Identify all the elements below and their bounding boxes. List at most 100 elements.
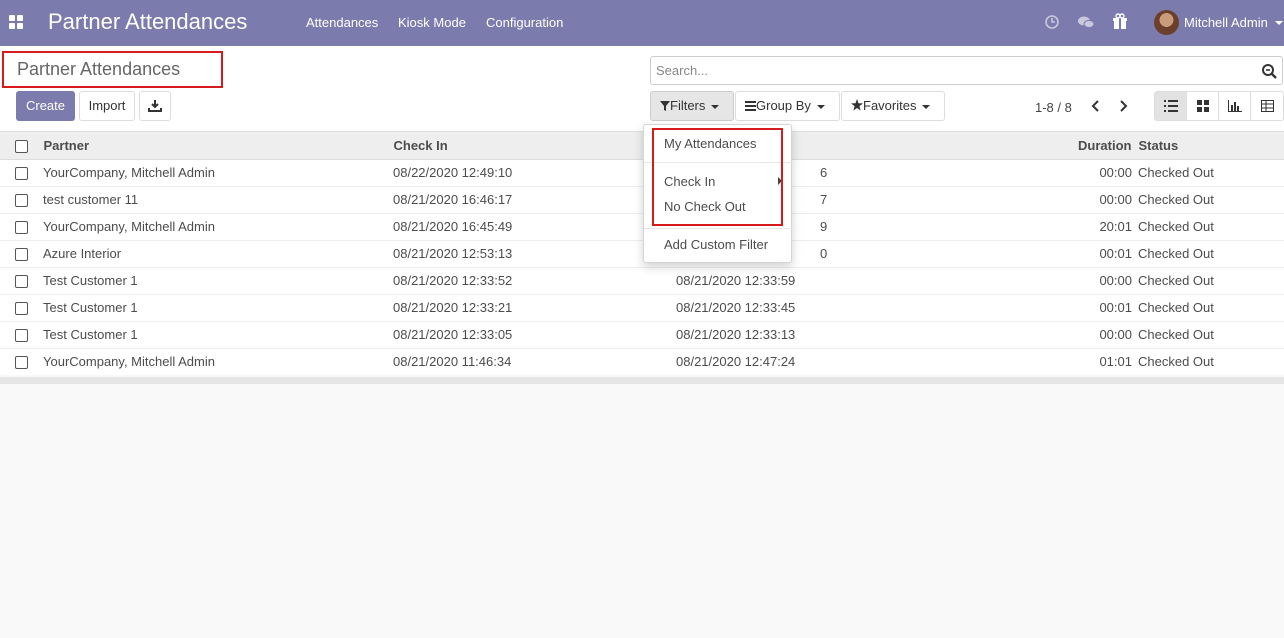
duration-cell[interactable]: 00:01 [957, 293, 1135, 321]
filters-button[interactable]: Filters [650, 91, 734, 121]
partner-cell[interactable]: test customer 11 [40, 185, 390, 213]
search-input[interactable] [656, 63, 1246, 78]
user-name[interactable]: Mitchell Admin [1184, 15, 1268, 30]
chat-icon[interactable] [1077, 12, 1095, 32]
pager-next-icon[interactable] [1116, 98, 1130, 114]
graph-view-button[interactable] [1219, 92, 1251, 120]
table-row[interactable]: test customer 11 08/21/2020 16:46:17 7 00:0… [0, 185, 1284, 213]
check-out-cell[interactable]: 08/21/2020 12:33:13 [673, 320, 957, 348]
duration-cell[interactable]: 00:00 [957, 320, 1135, 348]
status-cell[interactable]: Checked Out [1135, 320, 1284, 348]
row-select-cell [0, 239, 40, 267]
check-out-cell[interactable]: 08/21/2020 12:47:24 [673, 347, 957, 375]
group-by-bars-icon [745, 101, 756, 111]
bar-chart-icon [1228, 100, 1242, 112]
partner-cell[interactable]: YourCompany, Mitchell Admin [40, 158, 390, 186]
check-out-cell[interactable]: 08/21/2020 12:33:45 [673, 293, 957, 321]
status-cell[interactable]: Checked Out [1135, 293, 1284, 321]
duration-cell[interactable]: 01:01 [957, 347, 1135, 375]
duration-cell[interactable]: 00:00 [957, 158, 1135, 186]
row-checkbox[interactable] [15, 221, 28, 235]
check-in-cell[interactable]: 08/21/2020 12:33:21 [390, 293, 673, 321]
partner-cell[interactable]: YourCompany, Mitchell Admin [40, 212, 390, 240]
column-status[interactable]: Status [1135, 132, 1284, 160]
check-out-cell[interactable]: 08/21/2020 12:33:59 [673, 266, 957, 294]
download-button[interactable] [139, 91, 171, 121]
add-custom-filter[interactable]: Add Custom Filter [664, 237, 768, 252]
favorites-button[interactable]: Favorites [841, 91, 945, 121]
import-button[interactable]: Import [79, 91, 135, 121]
partner-cell[interactable]: Test Customer 1 [40, 266, 390, 294]
menu-kiosk-mode[interactable]: Kiosk Mode [398, 15, 466, 30]
table-grid-icon [1261, 100, 1274, 112]
partner-cell[interactable]: Azure Interior [40, 239, 390, 267]
breadcrumb: Partner Attendances [2, 51, 223, 88]
status-cell[interactable]: Checked Out [1135, 239, 1284, 267]
group-by-label: Group By [756, 98, 811, 113]
select-all-checkbox[interactable] [15, 139, 28, 153]
check-in-cell[interactable]: 08/22/2020 12:49:10 [390, 158, 673, 186]
table-row[interactable]: YourCompany, Mitchell Admin 08/21/2020 16… [0, 212, 1284, 240]
pivot-view-button[interactable] [1251, 92, 1283, 120]
list-view-icon [1164, 100, 1178, 112]
status-cell[interactable]: Checked Out [1135, 212, 1284, 240]
column-duration[interactable]: Duration [957, 132, 1136, 160]
pager-previous-icon[interactable] [1089, 98, 1103, 114]
menu-configuration[interactable]: Configuration [486, 15, 563, 30]
partner-cell[interactable]: YourCompany, Mitchell Admin [40, 347, 390, 375]
duration-cell[interactable]: 00:00 [957, 185, 1135, 213]
row-checkbox[interactable] [15, 329, 28, 343]
apps-grid-icon[interactable] [9, 15, 23, 29]
filters-caret-icon [711, 104, 720, 109]
control-panel: Partner Attendances Create Import Filter… [0, 46, 1284, 132]
check-in-cell[interactable]: 08/21/2020 16:46:17 [390, 185, 673, 213]
menu-attendances[interactable]: Attendances [306, 15, 378, 30]
row-checkbox[interactable] [15, 167, 28, 181]
duration-cell[interactable]: 20:01 [957, 212, 1135, 240]
duration-cell[interactable]: 00:00 [957, 266, 1135, 294]
status-cell[interactable]: Checked Out [1135, 185, 1284, 213]
check-in-cell[interactable]: 08/21/2020 12:33:05 [390, 320, 673, 348]
table-row[interactable]: Test Customer 1 08/21/2020 12:33:52 08/21/… [0, 266, 1284, 294]
check-in-cell[interactable]: 08/21/2020 12:33:52 [390, 266, 673, 294]
kanban-view-button[interactable] [1187, 92, 1219, 120]
table-header-row: Partner Check In Duration Status [0, 132, 1284, 160]
create-button[interactable]: Create [16, 91, 75, 121]
row-checkbox[interactable] [15, 194, 28, 208]
row-checkbox[interactable] [15, 356, 28, 370]
clock-icon[interactable] [1044, 12, 1062, 32]
check-in-cell[interactable]: 08/21/2020 12:53:13 [390, 239, 673, 267]
row-select-cell [0, 320, 40, 348]
column-check-in[interactable]: Check In [390, 132, 674, 160]
status-cell[interactable]: Checked Out [1135, 266, 1284, 294]
table-row[interactable]: Azure Interior 08/21/2020 12:53:13 0 00:01 C… [0, 239, 1284, 267]
group-by-button[interactable]: Group By [735, 91, 840, 121]
pager-value[interactable]: 1-8 / 8 [1035, 100, 1072, 115]
user-avatar[interactable] [1154, 10, 1179, 35]
check-in-cell[interactable]: 08/21/2020 16:45:49 [390, 212, 673, 240]
row-checkbox[interactable] [15, 275, 28, 289]
column-partner[interactable]: Partner [40, 132, 391, 160]
search-icon[interactable] [1261, 63, 1277, 79]
partner-cell[interactable]: Test Customer 1 [40, 320, 390, 348]
table-body: YourCompany, Mitchell Admin 08/22/2020 12… [0, 158, 1284, 375]
table-row[interactable]: Test Customer 1 08/21/2020 12:33:05 08/21/… [0, 320, 1284, 348]
table-row[interactable]: YourCompany, Mitchell Admin 08/22/2020 12… [0, 158, 1284, 186]
status-cell[interactable]: Checked Out [1135, 158, 1284, 186]
table-footer-bar [0, 377, 1284, 384]
gift-icon[interactable] [1112, 12, 1130, 32]
table-row[interactable]: Test Customer 1 08/21/2020 12:33:21 08/21/… [0, 293, 1284, 321]
partner-cell[interactable]: Test Customer 1 [40, 293, 390, 321]
download-icon [148, 100, 162, 112]
user-menu-caret-icon[interactable] [1275, 21, 1283, 25]
highlight-box [652, 128, 783, 226]
row-checkbox[interactable] [15, 248, 28, 262]
app-title: Partner Attendances [48, 9, 248, 34]
row-checkbox[interactable] [15, 302, 28, 316]
status-cell[interactable]: Checked Out [1135, 347, 1284, 375]
row-select-cell [0, 266, 40, 294]
duration-cell[interactable]: 00:01 [957, 239, 1135, 267]
check-in-cell[interactable]: 08/21/2020 11:46:34 [390, 347, 673, 375]
table-row[interactable]: YourCompany, Mitchell Admin 08/21/2020 11… [0, 347, 1284, 375]
list-view-button[interactable] [1155, 92, 1187, 120]
